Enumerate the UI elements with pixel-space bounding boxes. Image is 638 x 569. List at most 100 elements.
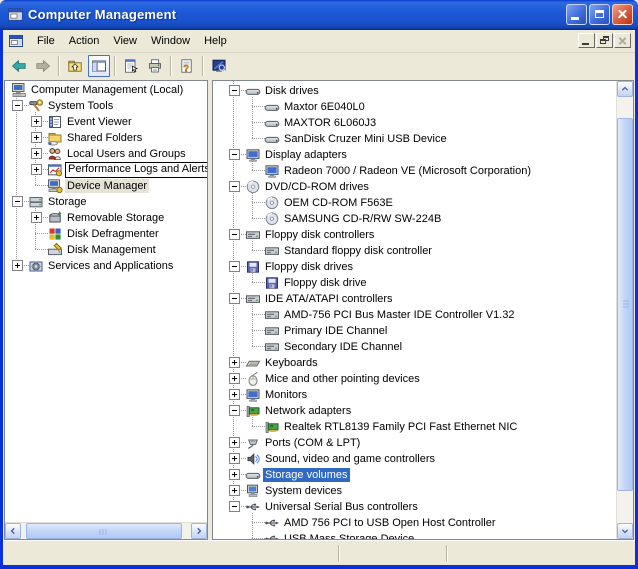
maximize-button[interactable] bbox=[589, 4, 610, 25]
tree-item[interactable]: Monitors bbox=[213, 387, 616, 403]
tree-item-label[interactable]: Sound, video and game controllers bbox=[263, 452, 437, 466]
close-button[interactable] bbox=[612, 4, 633, 25]
tree-item[interactable]: SAMSUNG CD-R/RW SW-224B bbox=[213, 211, 616, 227]
tree-item-label[interactable]: Shared Folders bbox=[65, 131, 144, 145]
menu-item-action[interactable]: Action bbox=[62, 32, 107, 51]
tree-item-label[interactable]: Floppy disk drives bbox=[263, 260, 355, 274]
forward-button[interactable] bbox=[32, 55, 54, 77]
tree-item-label[interactable]: Floppy disk controllers bbox=[263, 228, 376, 242]
tree-item[interactable]: Sound, video and game controllers bbox=[213, 451, 616, 467]
expand-toggle-expanded[interactable] bbox=[229, 85, 240, 96]
tree-item[interactable]: Disk Management bbox=[5, 242, 207, 258]
tree-item-label[interactable]: System Tools bbox=[46, 99, 115, 113]
tree-item[interactable]: Network adapters bbox=[213, 403, 616, 419]
tree-item[interactable]: Ports (COM & LPT) bbox=[213, 435, 616, 451]
tree-item[interactable]: Mice and other pointing devices bbox=[213, 371, 616, 387]
tree-item[interactable]: Floppy disk drives bbox=[213, 259, 616, 275]
child-minimize-button[interactable] bbox=[578, 33, 595, 48]
tree-item[interactable]: AMD-756 PCI Bus Master IDE Controller V1… bbox=[213, 307, 616, 323]
right-pane-vertical-scrollbar[interactable] bbox=[616, 81, 633, 539]
tree-item-label[interactable]: Event Viewer bbox=[65, 115, 134, 129]
tree-item[interactable]: System Tools bbox=[5, 98, 207, 114]
tree-item[interactable]: Storage bbox=[5, 194, 207, 210]
expand-toggle-collapsed[interactable] bbox=[229, 437, 240, 448]
expand-toggle-collapsed[interactable] bbox=[31, 148, 42, 159]
vertical-scroll-thumb[interactable] bbox=[617, 118, 633, 491]
expand-toggle-collapsed[interactable] bbox=[229, 485, 240, 496]
print-button[interactable] bbox=[144, 55, 166, 77]
tree-item-label[interactable]: Mice and other pointing devices bbox=[263, 372, 422, 386]
tree-item-label[interactable]: MAXTOR 6L060J3 bbox=[282, 116, 378, 130]
tree-item-label[interactable]: Radeon 7000 / Radeon VE (Microsoft Corpo… bbox=[282, 164, 533, 178]
tree-item[interactable]: DVD/CD-ROM drives bbox=[213, 179, 616, 195]
tree-item[interactable]: Disk drives bbox=[213, 83, 616, 99]
tree-item-label[interactable]: Keyboards bbox=[263, 356, 320, 370]
tree-item[interactable]: Keyboards bbox=[213, 355, 616, 371]
tree-item[interactable]: Performance Logs and Alerts bbox=[5, 162, 207, 178]
tree-item[interactable]: Disk Defragmenter bbox=[5, 226, 207, 242]
tree-item-label[interactable]: Services and Applications bbox=[46, 259, 175, 273]
tree-item-label[interactable]: System devices bbox=[263, 484, 344, 498]
expand-toggle-expanded[interactable] bbox=[229, 229, 240, 240]
tree-item[interactable]: AMD 756 PCI to USB Open Host Controller bbox=[213, 515, 616, 531]
tree-item[interactable]: System devices bbox=[213, 483, 616, 499]
tree-item-label[interactable]: Device Manager bbox=[65, 179, 150, 193]
tree-item[interactable]: Primary IDE Channel bbox=[213, 323, 616, 339]
tree-item[interactable]: MAXTOR 6L060J3 bbox=[213, 115, 616, 131]
tree-item-label[interactable]: Disk drives bbox=[263, 84, 321, 98]
menu-item-help[interactable]: Help bbox=[197, 32, 234, 51]
tree-item-label[interactable]: Floppy disk drive bbox=[282, 276, 369, 290]
properties-button[interactable] bbox=[120, 55, 142, 77]
tree-item-label[interactable]: Secondary IDE Channel bbox=[282, 340, 404, 354]
tree-item-label[interactable]: Storage volumes bbox=[263, 468, 350, 482]
tree-item-label[interactable]: Local Users and Groups bbox=[65, 147, 188, 161]
tree-item[interactable]: Realtek RTL8139 Family PCI Fast Ethernet… bbox=[213, 419, 616, 435]
child-restore-button[interactable] bbox=[596, 33, 613, 48]
tree-item[interactable]: Radeon 7000 / Radeon VE (Microsoft Corpo… bbox=[213, 163, 616, 179]
tree-item[interactable]: Local Users and Groups bbox=[5, 146, 207, 162]
tree-item[interactable]: Storage volumes bbox=[213, 467, 616, 483]
scroll-down-button[interactable] bbox=[617, 523, 633, 539]
expand-toggle-expanded[interactable] bbox=[12, 196, 23, 207]
tree-item-label[interactable]: Disk Management bbox=[65, 243, 158, 257]
menu-item-view[interactable]: View bbox=[106, 32, 144, 51]
expand-toggle-expanded[interactable] bbox=[229, 293, 240, 304]
tree-item-label[interactable]: Primary IDE Channel bbox=[282, 324, 389, 338]
expand-toggle-collapsed[interactable] bbox=[229, 453, 240, 464]
tree-item[interactable]: Device Manager bbox=[5, 178, 207, 194]
tree-item[interactable]: IDE ATA/ATAPI controllers bbox=[213, 291, 616, 307]
expand-toggle-collapsed[interactable] bbox=[229, 469, 240, 480]
tree-item-label[interactable]: DVD/CD-ROM drives bbox=[263, 180, 371, 194]
left-pane-horizontal-scrollbar[interactable] bbox=[5, 522, 207, 539]
tree-item-label[interactable]: Computer Management (Local) bbox=[29, 83, 185, 97]
expand-toggle-expanded[interactable] bbox=[229, 501, 240, 512]
expand-toggle-expanded[interactable] bbox=[229, 261, 240, 272]
tree-item[interactable]: Shared Folders bbox=[5, 130, 207, 146]
tree-item-label[interactable]: Network adapters bbox=[263, 404, 353, 418]
tree-item-label[interactable]: Realtek RTL8139 Family PCI Fast Ethernet… bbox=[282, 420, 519, 434]
expand-toggle-collapsed[interactable] bbox=[31, 164, 42, 175]
expand-toggle-collapsed[interactable] bbox=[12, 260, 23, 271]
device-manager-snapin-button[interactable] bbox=[208, 55, 230, 77]
menu-item-file[interactable]: File bbox=[30, 32, 62, 51]
tree-item[interactable]: Event Viewer bbox=[5, 114, 207, 130]
help-button[interactable] bbox=[176, 55, 198, 77]
tree-item[interactable]: Removable Storage bbox=[5, 210, 207, 226]
tree-item-label[interactable]: AMD-756 PCI Bus Master IDE Controller V1… bbox=[282, 308, 516, 322]
tree-item-label[interactable]: Disk Defragmenter bbox=[65, 227, 161, 241]
tree-item-label[interactable]: SAMSUNG CD-R/RW SW-224B bbox=[282, 212, 443, 226]
expand-toggle-expanded[interactable] bbox=[12, 100, 23, 111]
scroll-right-button[interactable] bbox=[191, 523, 207, 539]
expand-toggle-collapsed[interactable] bbox=[31, 212, 42, 223]
expand-toggle-collapsed[interactable] bbox=[31, 132, 42, 143]
tree-item[interactable]: SanDisk Cruzer Mini USB Device bbox=[213, 131, 616, 147]
tree-item[interactable]: Standard floppy disk controller bbox=[213, 243, 616, 259]
tree-item[interactable]: Secondary IDE Channel bbox=[213, 339, 616, 355]
tree-item-label[interactable]: Ports (COM & LPT) bbox=[263, 436, 362, 450]
tree-item-label[interactable]: Removable Storage bbox=[65, 211, 166, 225]
tree-item-label[interactable]: Monitors bbox=[263, 388, 309, 402]
tree-item[interactable]: USB Mass Storage Device bbox=[213, 531, 616, 539]
tree-item[interactable]: Display adapters bbox=[213, 147, 616, 163]
back-button[interactable] bbox=[8, 55, 30, 77]
tree-item[interactable]: Computer Management (Local) bbox=[5, 82, 207, 98]
